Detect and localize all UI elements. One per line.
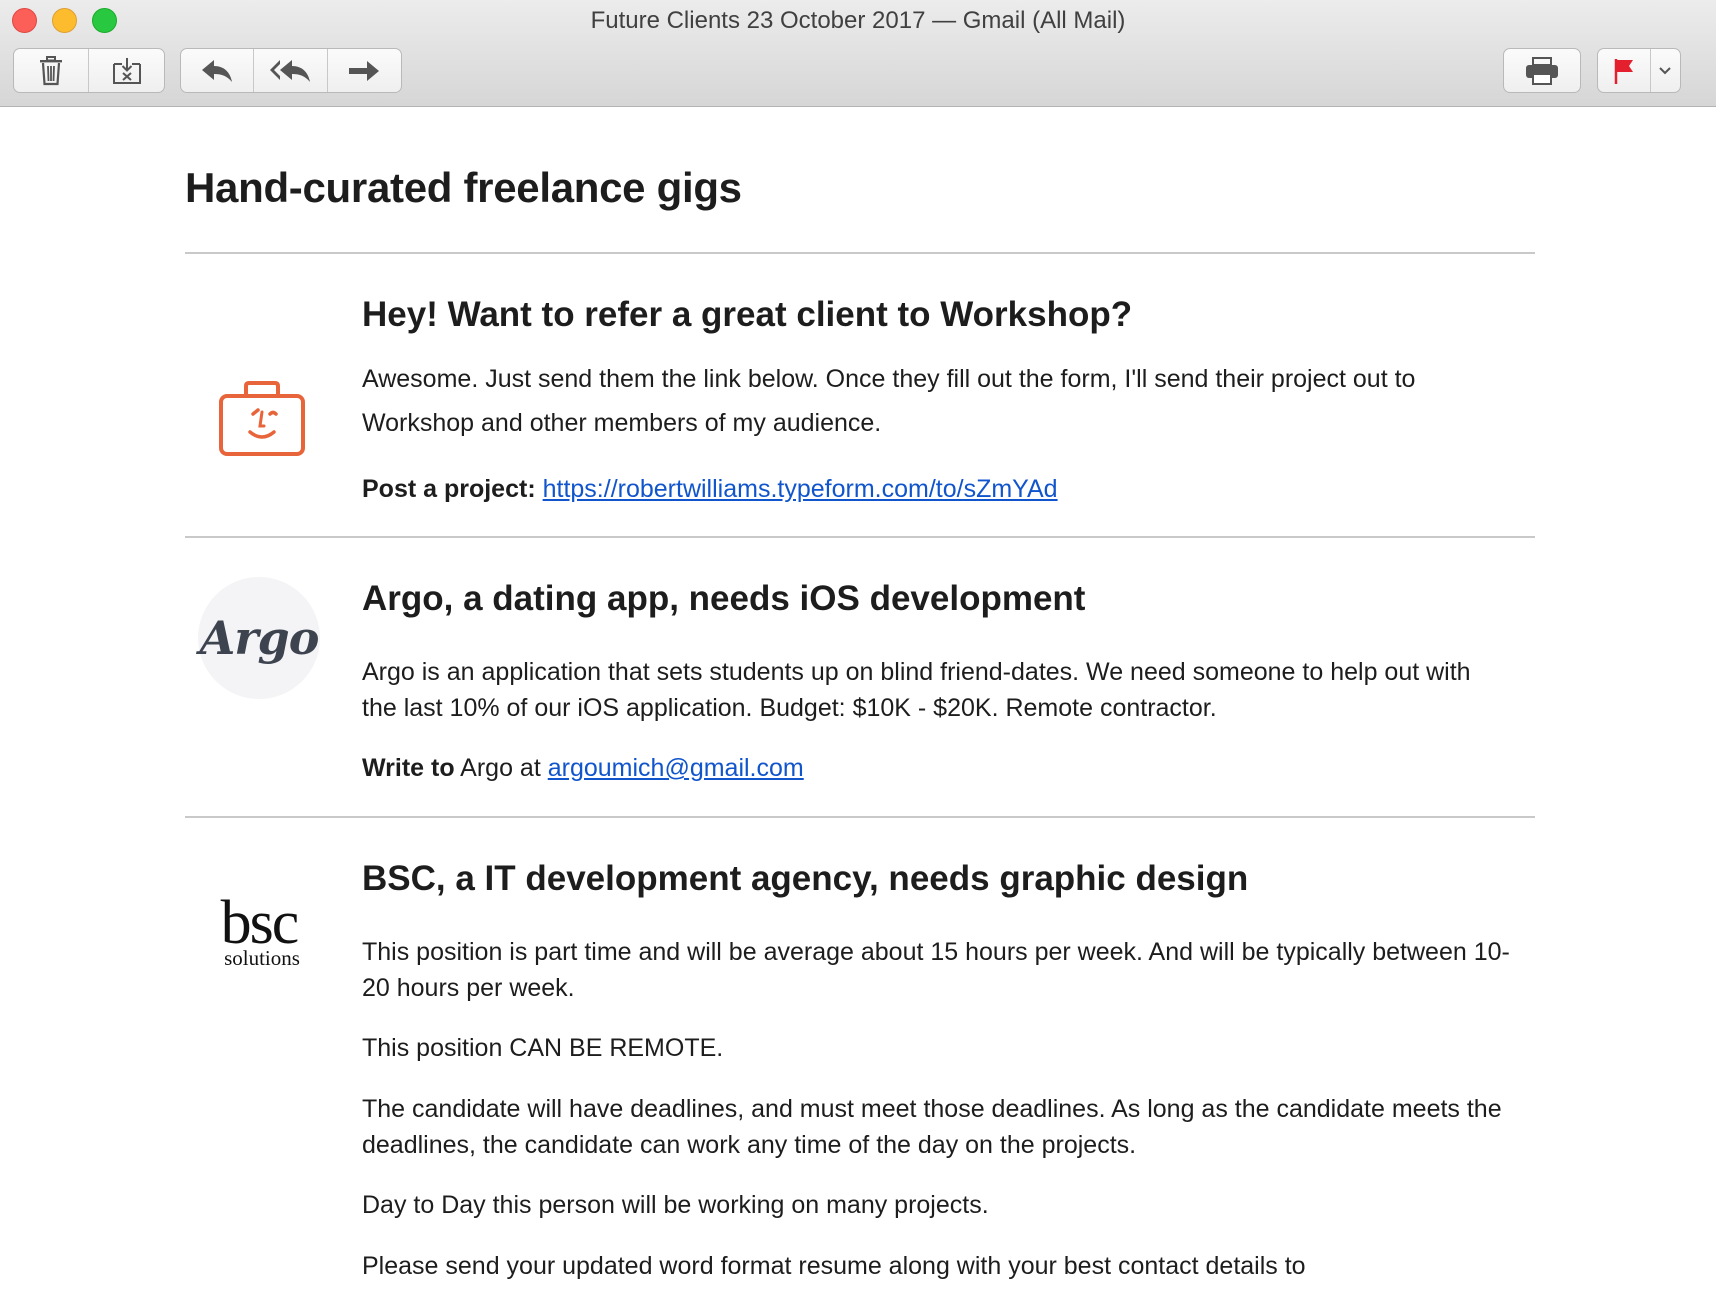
reply-group	[180, 48, 402, 93]
gig-description: Argo is an application that sets student…	[362, 658, 1471, 722]
contact-middle-text: Argo at	[454, 754, 548, 782]
argo-logo: Argo	[198, 577, 320, 699]
bsc-logo: bsc solutions	[198, 872, 320, 994]
printer-icon	[1526, 56, 1558, 85]
bsc-logo-sub: solutions	[224, 946, 300, 970]
gig-paragraph: Day to Day this person will be working o…	[362, 1191, 989, 1219]
reply-all-icon	[269, 59, 310, 82]
workshop-logo	[201, 357, 323, 479]
gig-title: Argo, a dating app, needs iOS developmen…	[362, 579, 1086, 618]
junk-button[interactable]	[89, 49, 164, 92]
divider	[185, 252, 1535, 254]
delete-junk-group	[13, 48, 165, 93]
gig-title: BSC, a IT development agency, needs grap…	[362, 859, 1249, 898]
flag-menu-button[interactable]	[1651, 49, 1680, 92]
gig-paragraph: The candidate will have deadlines, and m…	[362, 1095, 1502, 1159]
reply-icon	[202, 59, 233, 82]
post-project-link[interactable]: https://robertwilliams.typeform.com/to/s…	[543, 475, 1058, 503]
window-titlebar: Future Clients 23 October 2017 — Gmail (…	[0, 0, 1716, 107]
gig-paragraph: This position is part time and will be a…	[362, 938, 1510, 1002]
gig-paragraph: This position CAN BE REMOTE.	[362, 1034, 724, 1062]
chevron-down-icon	[1659, 66, 1672, 74]
page-title: Hand-curated freelance gigs	[185, 164, 742, 211]
trash-icon	[40, 55, 62, 85]
divider	[185, 816, 1535, 818]
print-group	[1503, 48, 1581, 93]
divider	[185, 536, 1535, 538]
briefcase-smile-icon	[219, 381, 305, 456]
gig-paragraph: Please send your updated word format res…	[362, 1252, 1306, 1280]
gig-title: Hey! Want to refer a great client to Wor…	[362, 295, 1133, 334]
contact-label: Write to	[362, 754, 455, 782]
forward-icon	[349, 60, 380, 81]
flag-group	[1597, 48, 1681, 93]
window-title: Future Clients 23 October 2017 — Gmail (…	[590, 7, 1126, 34]
post-project-label: Post a project:	[362, 475, 536, 503]
gig-description: Awesome. Just send them the link below. …	[362, 365, 1416, 437]
reply-button[interactable]	[181, 49, 255, 92]
forward-button[interactable]	[328, 49, 401, 92]
delete-button[interactable]	[14, 49, 89, 92]
contact-email-link[interactable]: argoumich@gmail.com	[548, 754, 804, 782]
flag-button[interactable]	[1598, 49, 1651, 92]
junk-tray-icon	[112, 57, 141, 84]
flag-icon	[1614, 58, 1633, 84]
reply-all-button[interactable]	[254, 49, 328, 92]
argo-logo-text: Argo	[199, 611, 320, 665]
print-button[interactable]	[1504, 49, 1580, 92]
post-project-line: Post a project: https://robertwilliams.t…	[362, 471, 1512, 507]
contact-line: Write to Argo at argoumich@gmail.com	[362, 750, 1512, 786]
argo-logo-circle: Argo	[198, 577, 320, 699]
bsc-logo-main: bsc	[220, 889, 300, 957]
